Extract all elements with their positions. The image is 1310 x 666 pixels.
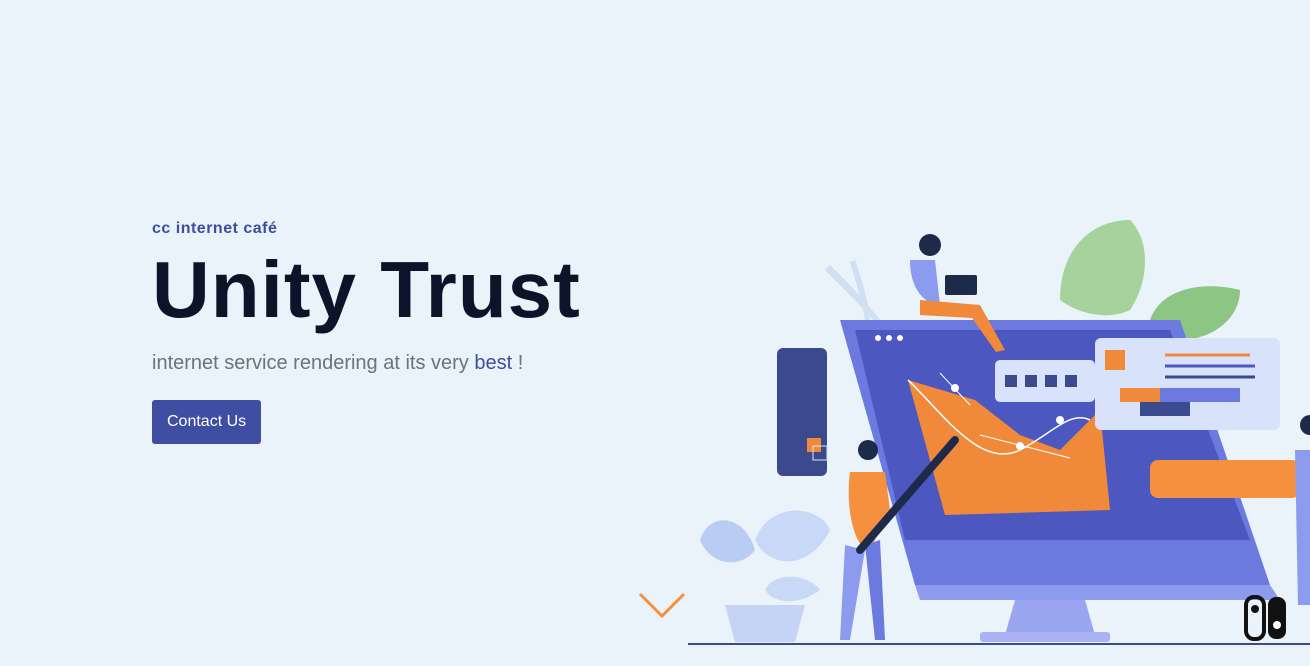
hero-title: Unity Trust xyxy=(152,245,581,334)
align-toolbar xyxy=(1150,460,1300,498)
subtitle-text: internet service rendering at its very xyxy=(152,352,475,374)
subtitle-suffix: ! xyxy=(512,352,524,374)
subtitle-highlight: best xyxy=(474,352,513,374)
person-right xyxy=(1295,415,1310,605)
switch-icon[interactable] xyxy=(1242,595,1290,643)
hero-illustration xyxy=(688,220,1310,645)
hero-subtitle: internet service rendering at its very b… xyxy=(152,350,581,376)
hero-section: cc internet café Unity Trust internet se… xyxy=(152,218,581,444)
contact-us-button[interactable]: Contact Us xyxy=(152,400,262,444)
tools-panel xyxy=(777,348,828,476)
hero-eyebrow: cc internet café xyxy=(152,220,278,237)
potted-plant xyxy=(700,510,830,642)
